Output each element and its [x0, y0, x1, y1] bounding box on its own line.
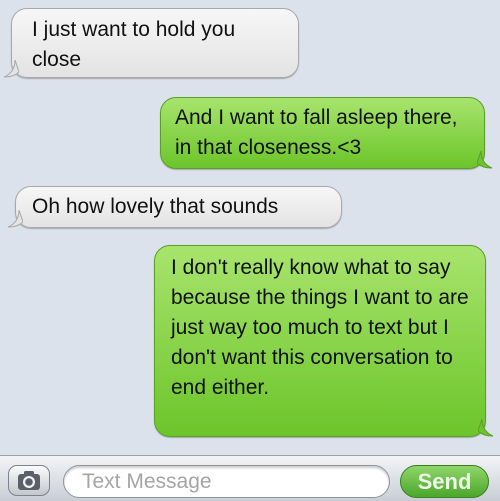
message-composer-bar: Send: [0, 455, 500, 501]
bubble-tail: [7, 210, 23, 228]
message-text: And I want to fall asleep there, in that…: [175, 106, 458, 159]
camera-icon: [18, 471, 40, 490]
bubble-tail: [3, 60, 19, 78]
sent-message-bubble: I don't really know what to say because …: [154, 245, 494, 437]
camera-button[interactable]: [8, 465, 50, 496]
received-message-bubble: Oh how lovely that sounds: [7, 186, 342, 228]
message-thread: I just want to hold you close And I want…: [0, 0, 500, 455]
send-button[interactable]: Send: [400, 465, 489, 498]
message-text: Oh how lovely that sounds: [32, 195, 279, 218]
message-text: I just want to hold you close: [32, 18, 236, 71]
text-message-input[interactable]: [63, 465, 390, 498]
sent-message-bubble: And I want to fall asleep there, in that…: [160, 97, 493, 169]
bubble-tail: [477, 151, 493, 169]
message-text: I don't really know what to say because …: [171, 256, 469, 399]
bubble-tail: [478, 419, 494, 437]
received-message-bubble: I just want to hold you close: [3, 8, 299, 78]
